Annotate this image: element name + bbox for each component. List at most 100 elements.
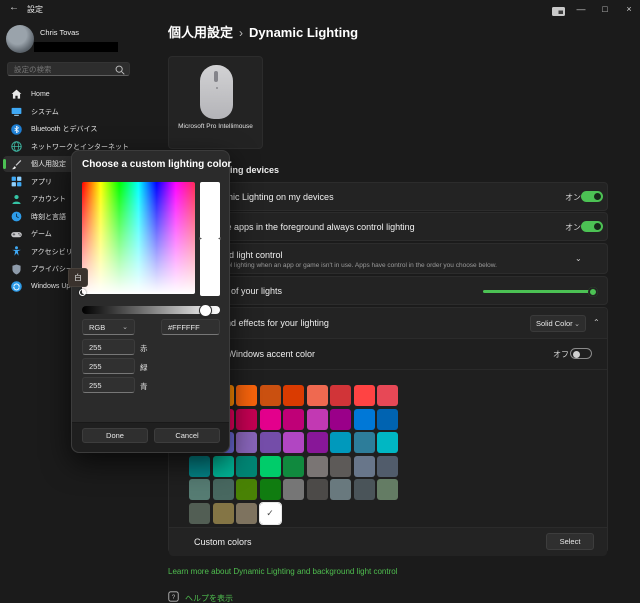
redacted-email: [34, 42, 118, 52]
avatar[interactable]: [6, 25, 34, 53]
sidebar-item-label: 時刻と言語: [31, 212, 66, 222]
color-swatch[interactable]: [354, 456, 375, 477]
color-selection-ring[interactable]: [79, 289, 86, 296]
color-swatch[interactable]: [330, 479, 351, 500]
color-swatch[interactable]: [189, 479, 210, 500]
color-swatch[interactable]: [307, 479, 328, 500]
color-swatch[interactable]: [307, 385, 328, 406]
color-swatch[interactable]: [213, 479, 234, 500]
color-swatch[interactable]: [330, 409, 351, 430]
brightness-slider-handle[interactable]: [588, 287, 598, 297]
foreground-apps-toggle[interactable]: [581, 221, 603, 232]
color-swatch[interactable]: [189, 456, 210, 477]
color-swatch-selected[interactable]: ✓: [260, 503, 281, 524]
color-swatch[interactable]: [377, 432, 398, 453]
effects-header-row[interactable]: Themes and effects for your lighting Sol…: [169, 308, 607, 338]
color-swatch[interactable]: [307, 409, 328, 430]
color-swatch[interactable]: [236, 409, 257, 430]
color-swatch[interactable]: [236, 385, 257, 406]
brightness-row[interactable]: Brightness of your lights: [168, 276, 608, 305]
dialog-footer: Done Cancel: [72, 422, 229, 452]
color-swatch[interactable]: [283, 456, 304, 477]
cancel-button[interactable]: Cancel: [154, 428, 220, 443]
value-bar[interactable]: ▸ ◂: [200, 182, 220, 296]
color-swatch[interactable]: [236, 479, 257, 500]
background-control-row[interactable]: Background light control Let apps contro…: [168, 243, 608, 274]
sidebar-item-label: アカウント: [31, 194, 66, 204]
color-swatch[interactable]: [354, 385, 375, 406]
color-swatch[interactable]: [307, 432, 328, 453]
search-box[interactable]: [7, 62, 130, 76]
color-swatch[interactable]: [330, 432, 351, 453]
brightness-slider[interactable]: [483, 290, 595, 293]
color-swatch[interactable]: [260, 409, 281, 430]
gaming-icon: [10, 228, 23, 241]
color-swatch[interactable]: [260, 432, 281, 453]
use-lighting-row[interactable]: Use Dynamic Lighting on my devices オン: [168, 182, 608, 211]
learn-more-link[interactable]: Learn more about Dynamic Lighting and ba…: [168, 567, 397, 576]
color-swatch[interactable]: [213, 503, 234, 524]
breadcrumb-separator: ›: [239, 26, 243, 40]
personalization-icon: [10, 158, 23, 171]
blue-input[interactable]: [82, 377, 135, 393]
color-swatch[interactable]: [354, 432, 375, 453]
value-bar-right-notch: ◂: [218, 235, 221, 242]
color-swatch[interactable]: [377, 409, 398, 430]
color-swatch[interactable]: [260, 385, 281, 406]
sidebar-item-bluetooth[interactable]: Bluetooth とデバイス: [3, 121, 157, 137]
chevron-up-icon[interactable]: ⌃: [593, 318, 600, 327]
breadcrumb: 個人用設定›Dynamic Lighting: [168, 22, 358, 41]
sidebar-item-home[interactable]: Home: [3, 86, 157, 102]
color-swatch[interactable]: [260, 479, 281, 500]
maximize-button[interactable]: □: [592, 0, 618, 18]
custom-colors-select-button[interactable]: Select: [546, 533, 594, 550]
sidebar-item-system[interactable]: システム: [3, 104, 157, 120]
red-input[interactable]: [82, 339, 135, 355]
titlebar: ← 設定 — □ ×: [0, 0, 640, 18]
color-swatch[interactable]: [283, 432, 304, 453]
color-swatch[interactable]: [283, 409, 304, 430]
color-swatch[interactable]: [377, 385, 398, 406]
color-swatch[interactable]: [283, 479, 304, 500]
color-swatch[interactable]: [283, 385, 304, 406]
color-swatch[interactable]: [213, 456, 234, 477]
accent-color-toggle[interactable]: [570, 348, 592, 359]
use-lighting-toggle[interactable]: [581, 191, 603, 202]
color-swatch[interactable]: [377, 456, 398, 477]
help-row[interactable]: ? ヘルプを表示: [168, 589, 233, 603]
color-swatch[interactable]: [189, 503, 210, 524]
close-button[interactable]: ×: [616, 0, 640, 18]
minimize-button[interactable]: —: [568, 0, 594, 18]
foreground-apps-state: オン: [565, 222, 581, 233]
saturation-gradient[interactable]: [82, 182, 195, 294]
back-button[interactable]: ←: [9, 2, 19, 13]
luminosity-handle[interactable]: [200, 305, 211, 316]
color-swatch[interactable]: [330, 456, 351, 477]
color-swatch[interactable]: [377, 479, 398, 500]
color-swatch[interactable]: [236, 432, 257, 453]
color-swatch[interactable]: [236, 456, 257, 477]
hex-input[interactable]: [161, 319, 220, 335]
effects-dropdown[interactable]: Solid Color ⌄: [530, 315, 586, 332]
effects-card: Themes and effects for your lighting Sol…: [168, 307, 608, 553]
accent-color-row[interactable]: Match my Windows accent color オフ: [169, 339, 607, 370]
color-swatch[interactable]: [236, 503, 257, 524]
color-swatch[interactable]: [307, 456, 328, 477]
device-card[interactable]: Microsoft Pro Intellimouse: [168, 56, 263, 149]
color-swatch[interactable]: [330, 385, 351, 406]
color-swatch[interactable]: [354, 409, 375, 430]
color-model-dropdown[interactable]: RGB ⌄: [82, 319, 135, 335]
breadcrumb-parent[interactable]: 個人用設定: [168, 25, 233, 40]
done-button[interactable]: Done: [82, 428, 148, 443]
foreground-apps-row[interactable]: Compatible apps in the foreground always…: [168, 212, 608, 241]
color-swatch[interactable]: [354, 479, 375, 500]
help-link[interactable]: ヘルプを表示: [185, 593, 233, 603]
color-swatch[interactable]: [260, 456, 281, 477]
screen-cast-icon[interactable]: [551, 4, 566, 15]
green-input[interactable]: [82, 358, 135, 374]
chevron-down-icon[interactable]: ⌄: [575, 254, 582, 263]
windows-update-icon: [10, 280, 23, 293]
custom-colors-label: Custom colors: [194, 537, 252, 547]
search-input[interactable]: [8, 65, 114, 74]
system-icon: [10, 105, 23, 118]
